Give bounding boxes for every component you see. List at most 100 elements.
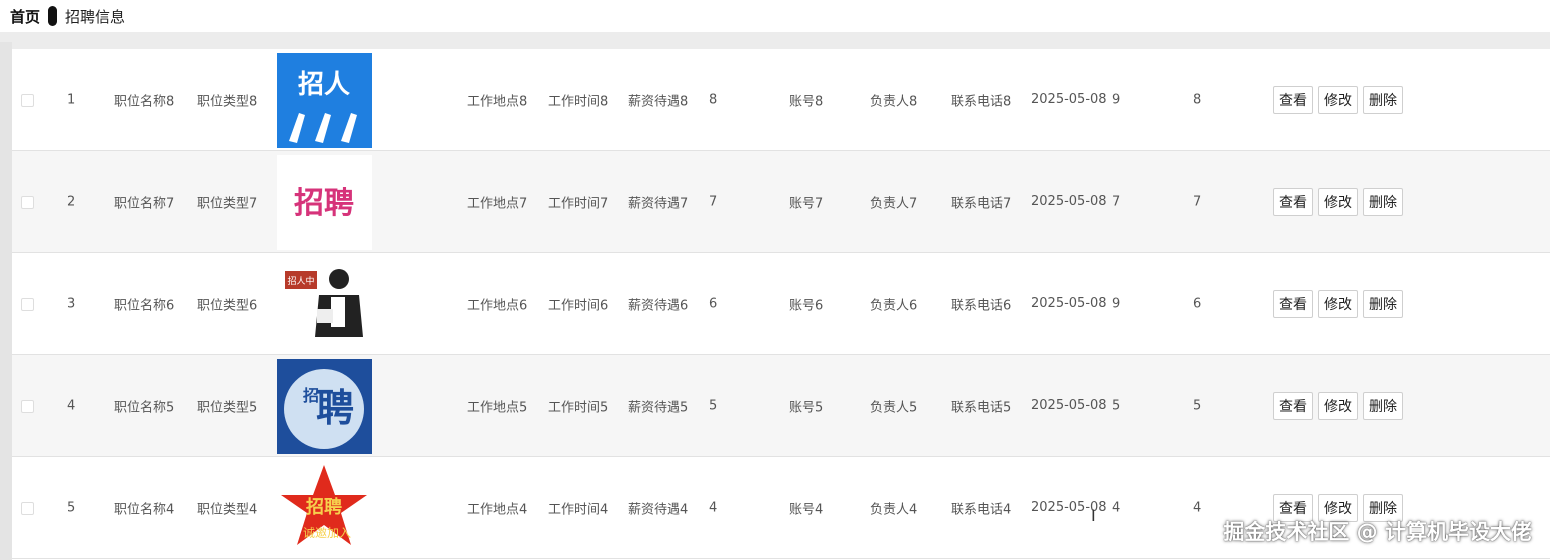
view-button[interactable]: 查看 xyxy=(1273,85,1313,114)
work-location: 工作地点4 xyxy=(467,502,528,517)
count-b: 8 xyxy=(1193,92,1202,107)
work-time: 工作时间7 xyxy=(548,196,609,211)
text-cursor-icon: I xyxy=(1091,506,1096,525)
contact-person: 负责人5 xyxy=(870,400,918,415)
svg-text:聘: 聘 xyxy=(316,386,354,430)
account: 账号6 xyxy=(789,298,824,313)
work-time: 工作时间5 xyxy=(548,400,609,415)
work-location: 工作地点7 xyxy=(467,196,528,211)
salary: 薪资待遇6 xyxy=(628,298,689,313)
contact-person: 负责人4 xyxy=(870,502,918,517)
delete-button[interactable]: 删除 xyxy=(1363,289,1403,318)
contact-phone: 联系电话4 xyxy=(951,502,1012,517)
row-checkbox[interactable] xyxy=(21,501,34,515)
work-location: 工作地点8 xyxy=(467,94,528,109)
count-b: 4 xyxy=(1193,500,1202,515)
breadcrumb-separator xyxy=(48,6,58,26)
row-checkbox[interactable] xyxy=(21,399,34,413)
contact-phone: 联系电话6 xyxy=(951,298,1012,313)
edit-button[interactable]: 修改 xyxy=(1318,391,1358,420)
table-row: 4 职位名称5 职位类型5 工作地点5 工作时间5 薪资待遇5 5 账号5 负责人5 联系电话5 5… xyxy=(12,355,1550,457)
headcount: 8 xyxy=(709,92,718,107)
job-name: 职位名称6 xyxy=(114,298,175,313)
table-row: 2 职位名称7 职位类型7 工作地点7 工作时间7 薪资待遇7 7 账号7 负责人7 联系电话7 7… xyxy=(12,151,1550,253)
count-a: 9 xyxy=(1112,296,1121,311)
delete-button[interactable]: 删除 xyxy=(1363,85,1403,114)
salary: 薪资待遇8 xyxy=(628,94,689,109)
publish-date: 2025-05-08 xyxy=(1031,397,1107,413)
count-a: 7 xyxy=(1112,194,1121,209)
breadcrumb-home[interactable]: 首页 xyxy=(10,6,40,27)
salary: 薪资待遇4 xyxy=(628,502,689,517)
publish-date: 2025-05-08 xyxy=(1031,295,1107,311)
job-image: 招聘 xyxy=(277,154,372,250)
count-a: 4 xyxy=(1112,500,1121,515)
work-time: 工作时间6 xyxy=(548,298,609,313)
svg-text:招人: 招人 xyxy=(298,70,350,100)
publish-date: 2025-05-08 xyxy=(1031,91,1107,107)
row-checkbox[interactable] xyxy=(21,195,34,209)
account: 账号4 xyxy=(789,502,824,517)
edit-button[interactable]: 修改 xyxy=(1318,85,1358,114)
count-a: 5 xyxy=(1112,398,1121,413)
account: 账号5 xyxy=(789,400,824,415)
count-b: 7 xyxy=(1193,194,1202,209)
row-checkbox[interactable] xyxy=(21,93,34,107)
headcount: 7 xyxy=(709,194,718,209)
job-type: 职位类型6 xyxy=(197,298,258,313)
work-location: 工作地点6 xyxy=(467,298,528,313)
count-b: 6 xyxy=(1193,296,1202,311)
work-time: 工作时间8 xyxy=(548,94,609,109)
left-gutter xyxy=(0,42,12,560)
account: 账号8 xyxy=(789,94,824,109)
view-button[interactable]: 查看 xyxy=(1273,391,1313,420)
row-index: 2 xyxy=(67,194,76,209)
account: 账号7 xyxy=(789,196,824,211)
headcount: 5 xyxy=(709,398,718,413)
count-a: 9 xyxy=(1112,92,1121,107)
job-image: 招人 xyxy=(277,52,372,148)
row-checkbox[interactable] xyxy=(21,297,34,311)
job-type: 职位类型4 xyxy=(197,502,258,517)
view-button[interactable]: 查看 xyxy=(1273,289,1313,318)
edit-button[interactable]: 修改 xyxy=(1318,187,1358,216)
watermark: 掘金技术社区 @ 计算机毕设大佬 xyxy=(1223,520,1532,544)
row-index: 4 xyxy=(67,398,76,413)
table-row: 3 职位名称6 职位类型6 工作地点6 工作时间6 薪资待遇6 6 账号6 负责人6 联系电话6 9… xyxy=(12,253,1550,355)
svg-text:招人中: 招人中 xyxy=(287,275,314,287)
job-image: 招人中 xyxy=(277,256,372,352)
row-index: 5 xyxy=(67,500,76,515)
row-index: 1 xyxy=(67,92,76,107)
view-button[interactable]: 查看 xyxy=(1273,187,1313,216)
svg-text:招聘: 招聘 xyxy=(306,496,342,518)
publish-date: 2025-05-08 xyxy=(1031,193,1107,209)
job-image: 招聘 xyxy=(277,358,372,454)
job-name: 职位名称4 xyxy=(114,502,175,517)
delete-button[interactable]: 删除 xyxy=(1363,391,1403,420)
contact-phone: 联系电话7 xyxy=(951,196,1012,211)
salary: 薪资待遇7 xyxy=(628,196,689,211)
contact-phone: 联系电话8 xyxy=(951,94,1012,109)
svg-text:诚邀加入: 诚邀加入 xyxy=(303,525,351,540)
edit-button[interactable]: 修改 xyxy=(1318,289,1358,318)
job-type: 职位类型5 xyxy=(197,400,258,415)
job-name: 职位名称5 xyxy=(114,400,175,415)
salary: 薪资待遇5 xyxy=(628,400,689,415)
job-type: 职位类型8 xyxy=(197,94,258,109)
work-location: 工作地点5 xyxy=(467,400,528,415)
contact-person: 负责人8 xyxy=(870,94,918,109)
contact-phone: 联系电话5 xyxy=(951,400,1012,415)
svg-text:招聘: 招聘 xyxy=(294,186,354,221)
contact-person: 负责人7 xyxy=(870,196,918,211)
table-header-band xyxy=(0,32,1550,49)
job-type: 职位类型7 xyxy=(197,196,258,211)
breadcrumb-current: 招聘信息 xyxy=(65,7,126,26)
headcount: 4 xyxy=(709,500,718,515)
recruitment-table: 1 职位名称8 职位类型8 工作地点8 工作时间8 薪资待遇8 8 账号8 负责人8 联系电话8 9… xyxy=(12,49,1550,559)
work-time: 工作时间4 xyxy=(548,502,609,517)
table-row: 1 职位名称8 职位类型8 工作地点8 工作时间8 薪资待遇8 8 账号8 负责人8 联系电话8 9… xyxy=(12,49,1550,151)
job-image: 招聘 诚邀加入 xyxy=(277,460,372,556)
headcount: 6 xyxy=(709,296,718,311)
publish-date: 2025-05-08 xyxy=(1031,499,1107,515)
delete-button[interactable]: 删除 xyxy=(1363,187,1403,216)
